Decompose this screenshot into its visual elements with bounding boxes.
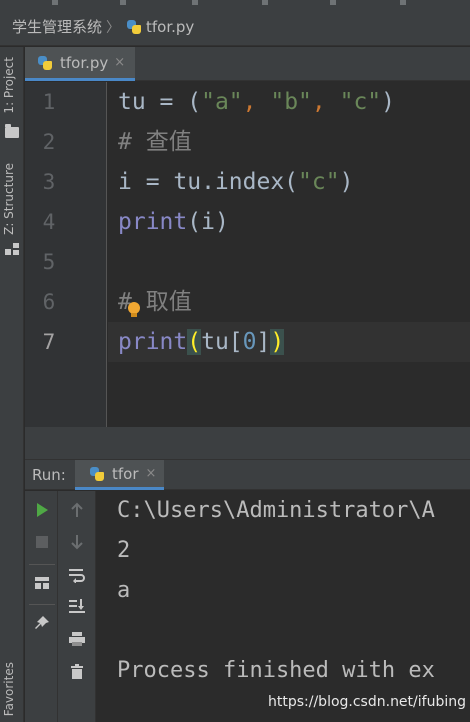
stop-button[interactable] [31,531,53,553]
line-number: 2 [42,130,56,154]
close-icon[interactable]: × [114,55,125,70]
console-line: a [117,578,131,603]
close-icon[interactable]: × [146,466,157,481]
project-tool-button[interactable]: 1: Project [2,57,16,114]
code-line-2[interactable]: # 查值 [118,122,192,162]
arrow-down-icon [71,535,83,550]
chevron-right-icon: 〉 [106,19,121,36]
tool-window-divider[interactable] [25,427,470,460]
lightbulb-icon[interactable] [128,302,140,318]
editor-tab-tfor[interactable]: tfor.py × [25,47,136,81]
soft-wrap-icon [69,569,85,583]
stop-icon [36,536,48,548]
code-line-4[interactable]: print(i) [118,202,229,242]
run-console[interactable]: C:\Users\Administrator\A 2 a Process fin… [97,491,470,722]
run-tool-header: Run: tfor × [25,460,470,490]
structure-tool-button[interactable]: Z: Structure [2,163,16,235]
python-file-icon [126,19,142,35]
run-tab-tfor[interactable]: tfor × [75,460,165,490]
structure-icon [5,243,19,255]
printer-icon [69,632,85,646]
python-file-icon [89,466,105,482]
clear-all-button[interactable] [66,661,88,683]
editor-tab-bar: tfor.py × [25,47,470,81]
python-file-icon [37,55,53,71]
rerun-button[interactable] [31,499,53,521]
console-line: Process finished with ex [117,658,435,683]
code-line-1[interactable]: tu = ("a", "b", "c") [118,82,395,122]
line-number: 7 [42,330,56,354]
scroll-to-end-button[interactable] [66,595,88,617]
play-icon [37,503,48,517]
pin-icon [35,616,49,629]
breadcrumb: 学生管理系统 〉 tfor.py [0,8,470,46]
top-window-strip [0,0,470,8]
trash-icon [71,664,83,679]
scroll-to-end-icon [69,599,85,613]
soft-wrap-button[interactable] [66,564,88,586]
line-number: 5 [42,250,56,274]
pin-button[interactable] [31,612,53,634]
code-line-7[interactable]: print(tu[0]) [118,322,285,362]
print-button[interactable] [66,628,88,650]
line-number: 3 [42,170,56,194]
scroll-up-button[interactable] [66,499,88,521]
console-line: C:\Users\Administrator\A [117,498,435,523]
layout-button[interactable] [31,572,53,594]
run-toolbar-secondary [58,491,96,722]
run-tab-label: tfor [112,464,139,483]
arrow-up-icon [71,502,83,517]
editor-tab-label: tfor.py [60,53,109,72]
scroll-down-button[interactable] [66,531,88,553]
line-number: 6 [42,290,56,314]
left-tool-strip: 1: Project Z: Structure Favorites [0,47,24,722]
code-editor[interactable]: tu = ("a", "b", "c") # 查值 i = tu.index("… [108,82,470,427]
breadcrumb-project[interactable]: 学生管理系统 [12,16,102,37]
line-number: 4 [42,210,56,234]
layout-icon [35,577,49,589]
favorites-tool-button[interactable]: Favorites [2,662,16,716]
line-number: 1 [42,90,56,114]
run-label: Run: [32,466,66,484]
console-line: 2 [117,538,131,563]
run-toolbar-primary [25,491,58,722]
code-line-3[interactable]: i = tu.index("c") [118,162,353,202]
breadcrumb-file[interactable]: tfor.py [146,18,194,36]
line-number-gutter: 1 2 3 4 5 6 7 [25,82,107,427]
folder-icon [5,124,19,138]
watermark-text: https://blog.csdn.net/ifubing [268,694,466,710]
